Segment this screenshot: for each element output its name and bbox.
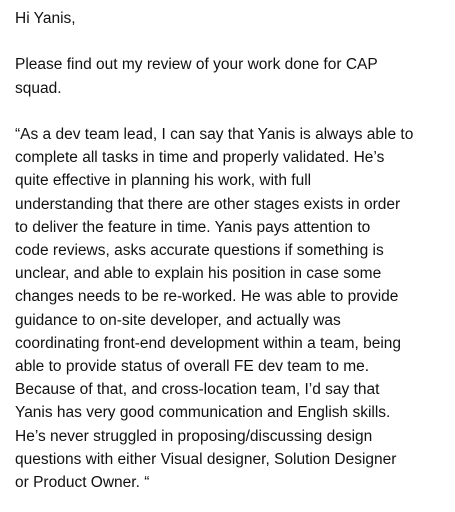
quote-line: changes needs to be re-worked. He was ab… — [15, 288, 399, 306]
quote-line: Because of that, and cross-location team… — [15, 381, 380, 399]
quote-line: Yanis has very good communication and En… — [15, 404, 391, 422]
quote-line: questions with either Visual designer, S… — [15, 450, 397, 468]
quote-line: quite effective in planning his work, wi… — [15, 172, 312, 190]
intro-line: Please find out my review of your work d… — [15, 56, 378, 74]
quote-line: understanding that there are other stage… — [15, 195, 401, 213]
quote-line: guidance to on-site developer, and actua… — [15, 311, 341, 329]
quote-line: or Product Owner. “ — [15, 474, 150, 492]
quote-line: unclear, and able to explain his positio… — [15, 265, 382, 283]
quote-line: able to provide status of overall FE dev… — [15, 358, 370, 376]
document-body: Hi Yanis, Please find out my review of y… — [15, 7, 451, 494]
greeting: Hi Yanis, — [15, 10, 76, 27]
review-quote-paragraph: “As a dev team lead, I can say that Yani… — [15, 123, 451, 494]
quote-line: He’s never struggled in proposing/discus… — [15, 427, 373, 445]
quote-line: coordinating front-end development withi… — [15, 334, 402, 352]
quote-line: to deliver the feature in time. Yanis pa… — [15, 218, 371, 236]
quote-line: “As a dev team lead, I can say that Yani… — [15, 125, 414, 143]
intro-line: squad. — [15, 79, 62, 97]
quote-line: complete all tasks in time and properly … — [15, 149, 385, 167]
intro-paragraph: Please find out my review of your work d… — [15, 53, 451, 99]
quote-line: code reviews, asks accurate questions if… — [15, 242, 384, 259]
